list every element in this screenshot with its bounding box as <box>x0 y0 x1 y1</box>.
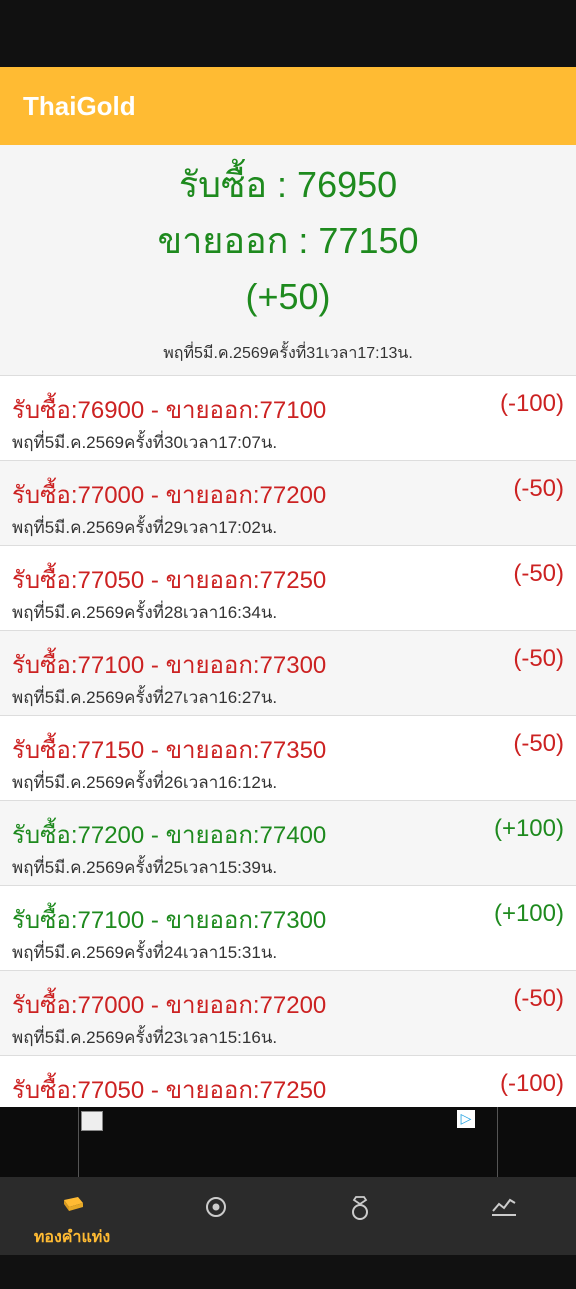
system-nav-bar <box>0 1255 576 1289</box>
circle-target-icon <box>204 1195 228 1223</box>
gold-bar-icon <box>59 1195 85 1219</box>
content-area[interactable]: รับซื้อ : 76950 ขายออก : 77150 (+50) พฤท… <box>0 145 576 1107</box>
history-row[interactable]: รับซื้อ:77100 - ขายออก:77300 (+100) พฤที่5… <box>0 886 576 971</box>
app-title: ThaiGold <box>23 90 136 121</box>
history-time: พฤที่5มี.ค.2569ครั้งที่25เวลา15:39น. <box>12 858 278 877</box>
history-change: (-50) <box>513 645 564 672</box>
history-row[interactable]: รับซื้อ:77050 - ขายออก:77250 (-50) พฤที่5ม… <box>0 546 576 631</box>
history-row[interactable]: รับซื้อ:77000 - ขายออก:77200 (-50) พฤที่5ม… <box>0 971 576 1056</box>
history-price: รับซื้อ:77100 - ขายออก:77300 <box>12 652 327 679</box>
history-price: รับซื้อ:77050 - ขายออก:77250 <box>12 1077 327 1104</box>
history-row[interactable]: รับซื้อ:77050 - ขายออก:77250 (-100) <box>0 1056 576 1107</box>
history-price: รับซื้อ:76900 - ขายออก:77100 <box>12 397 327 424</box>
history-row[interactable]: รับซื้อ:77150 - ขายออก:77350 (-50) พฤที่5ม… <box>0 716 576 801</box>
status-bar <box>0 0 576 67</box>
bottom-nav: ทองคำแท่ง <box>0 1177 576 1255</box>
ring-icon <box>348 1195 372 1225</box>
ad-choices-icon[interactable]: ▷ <box>457 1110 475 1128</box>
nav-item-circle[interactable] <box>144 1177 288 1255</box>
history-change: (-50) <box>513 985 564 1012</box>
history-change: (-50) <box>513 730 564 757</box>
history-change: (-50) <box>513 560 564 587</box>
nav-item-gold-bar[interactable]: ทองคำแท่ง <box>0 1177 144 1255</box>
broken-image-icon <box>81 1111 103 1131</box>
history-time: พฤที่5มี.ค.2569ครั้งที่28เวลา16:34น. <box>12 603 278 622</box>
trend-chart-icon <box>490 1195 518 1221</box>
current-sell-price: ขายออก : 77150 <box>157 220 419 261</box>
history-time: พฤที่5มี.ค.2569ครั้งที่23เวลา15:16น. <box>12 1028 278 1047</box>
history-change: (-100) <box>499 390 564 417</box>
history-change: (-50) <box>513 475 564 502</box>
current-update-time: พฤที่5มี.ค.2569ครั้งที่31เวลา17:13น. <box>163 345 413 362</box>
nav-item-chart[interactable] <box>432 1177 576 1255</box>
history-price: รับซื้อ:77200 - ขายออก:77400 <box>12 822 327 849</box>
history-time: พฤที่5มี.ค.2569ครั้งที่24เวลา15:31น. <box>12 943 278 962</box>
history-price: รับซื้อ:77100 - ขายออก:77300 <box>12 907 327 934</box>
history-time: พฤที่5มี.ค.2569ครั้งที่26เวลา16:12น. <box>12 773 278 792</box>
history-change: (+100) <box>493 900 564 927</box>
history-price: รับซื้อ:77000 - ขายออก:77200 <box>12 482 327 509</box>
history-time: พฤที่5มี.ค.2569ครั้งที่29เวลา17:02น. <box>12 518 278 537</box>
history-row[interactable]: รับซื้อ:77000 - ขายออก:77200 (-50) พฤที่5ม… <box>0 461 576 546</box>
ad-banner[interactable]: ▷ <box>0 1107 576 1177</box>
nav-label-gold-bar: ทองคำแท่ง <box>33 1229 111 1246</box>
history-price: รับซื้อ:77050 - ขายออก:77250 <box>12 567 327 594</box>
history-price: รับซื้อ:77150 - ขายออก:77350 <box>12 737 327 764</box>
history-time: พฤที่5มี.ค.2569ครั้งที่30เวลา17:07น. <box>12 433 278 452</box>
history-price: รับซื้อ:77000 - ขายออก:77200 <box>12 992 327 1019</box>
history-row[interactable]: รับซื้อ:77200 - ขายออก:77400 (+100) พฤที่5… <box>0 801 576 886</box>
ad-frame[interactable]: ▷ <box>78 1107 498 1177</box>
current-change: (+50) <box>245 276 331 317</box>
history-time: พฤที่5มี.ค.2569ครั้งที่27เวลา16:27น. <box>12 688 278 707</box>
current-price-panel: รับซื้อ : 76950 ขายออก : 77150 (+50) พฤท… <box>0 145 576 376</box>
app-bar: ThaiGold <box>0 67 576 145</box>
history-list[interactable]: รับซื้อ:76900 - ขายออก:77100 (-100) พฤที่5… <box>0 376 576 1107</box>
nav-item-ring[interactable] <box>288 1177 432 1255</box>
history-change: (-100) <box>499 1070 564 1097</box>
history-change: (+100) <box>493 815 564 842</box>
current-buy-price: รับซื้อ : 76950 <box>178 164 398 205</box>
history-row[interactable]: รับซื้อ:76900 - ขายออก:77100 (-100) พฤที่5… <box>0 376 576 461</box>
history-row[interactable]: รับซื้อ:77100 - ขายออก:77300 (-50) พฤที่5ม… <box>0 631 576 716</box>
